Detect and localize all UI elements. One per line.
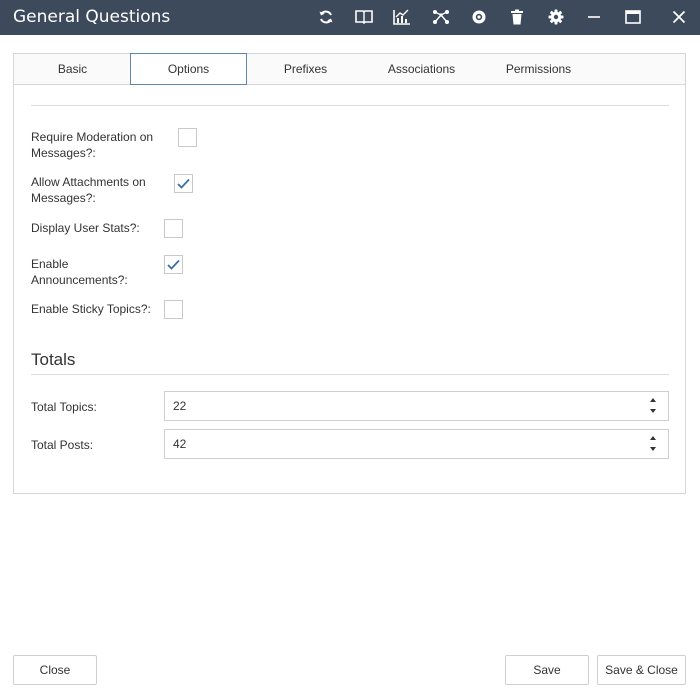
tab-bar: Basic Options Prefixes Associations Perm… bbox=[13, 53, 686, 85]
settings-alt-icon[interactable] bbox=[468, 6, 490, 28]
label-line: Allow Attachments on bbox=[31, 175, 146, 189]
total-topics-input[interactable]: 22 bbox=[164, 391, 669, 421]
close-icon[interactable] bbox=[668, 6, 690, 28]
label-line: Enable Sticky Topics?: bbox=[31, 302, 151, 316]
save-button[interactable]: Save bbox=[505, 655, 589, 685]
spinner-icon[interactable] bbox=[650, 396, 658, 416]
total-topics-label: Total Topics: bbox=[31, 400, 97, 414]
display-user-stats-label: Display User Stats?: bbox=[31, 220, 140, 236]
gear-icon[interactable] bbox=[545, 6, 567, 28]
minimize-icon[interactable] bbox=[583, 6, 605, 28]
divider bbox=[31, 374, 669, 375]
label-line: Enable bbox=[31, 257, 69, 271]
maximize-icon[interactable] bbox=[622, 6, 644, 28]
label-line: Messages?: bbox=[31, 191, 96, 205]
tab-options[interactable]: Options bbox=[130, 53, 247, 85]
label-line: Require Moderation on bbox=[31, 130, 154, 144]
total-posts-label: Total Posts: bbox=[31, 438, 94, 452]
label-line: Announcements?: bbox=[31, 273, 128, 287]
require-moderation-label: Require Moderation on Messages?: bbox=[31, 129, 153, 161]
total-posts-value: 42 bbox=[173, 437, 187, 451]
enable-announcements-label: Enable Announcements?: bbox=[31, 256, 128, 288]
network-icon[interactable] bbox=[430, 6, 452, 28]
tab-permissions[interactable]: Permissions bbox=[480, 53, 597, 85]
tab-associations[interactable]: Associations bbox=[363, 53, 480, 85]
enable-announcements-checkbox[interactable] bbox=[164, 255, 183, 274]
tab-basic[interactable]: Basic bbox=[14, 53, 131, 85]
total-posts-input[interactable]: 42 bbox=[164, 429, 669, 459]
require-moderation-checkbox[interactable] bbox=[178, 128, 197, 147]
divider bbox=[31, 105, 669, 106]
window-title: General Questions bbox=[13, 7, 171, 27]
tab-prefixes[interactable]: Prefixes bbox=[247, 53, 364, 85]
allow-attachments-label: Allow Attachments on Messages?: bbox=[31, 174, 146, 206]
allow-attachments-checkbox[interactable] bbox=[174, 174, 193, 193]
save-close-button[interactable]: Save & Close bbox=[597, 655, 686, 685]
close-button[interactable]: Close bbox=[13, 655, 97, 685]
chart-icon[interactable] bbox=[391, 6, 413, 28]
refresh-icon[interactable] bbox=[315, 6, 337, 28]
label-line: Messages?: bbox=[31, 146, 96, 160]
options-panel: Require Moderation on Messages?: Allow A… bbox=[13, 85, 686, 494]
display-user-stats-checkbox[interactable] bbox=[164, 219, 183, 238]
book-icon[interactable] bbox=[353, 6, 375, 28]
total-topics-value: 22 bbox=[173, 399, 187, 413]
label-line: Display User Stats?: bbox=[31, 221, 140, 235]
checkmark-icon bbox=[177, 178, 190, 189]
checkmark-icon bbox=[167, 259, 180, 270]
spinner-icon[interactable] bbox=[650, 434, 658, 454]
enable-sticky-topics-checkbox[interactable] bbox=[164, 300, 183, 319]
totals-heading: Totals bbox=[31, 350, 76, 369]
title-bar: General Questions bbox=[0, 0, 700, 35]
trash-icon[interactable] bbox=[506, 6, 528, 28]
enable-sticky-topics-label: Enable Sticky Topics?: bbox=[31, 301, 151, 317]
